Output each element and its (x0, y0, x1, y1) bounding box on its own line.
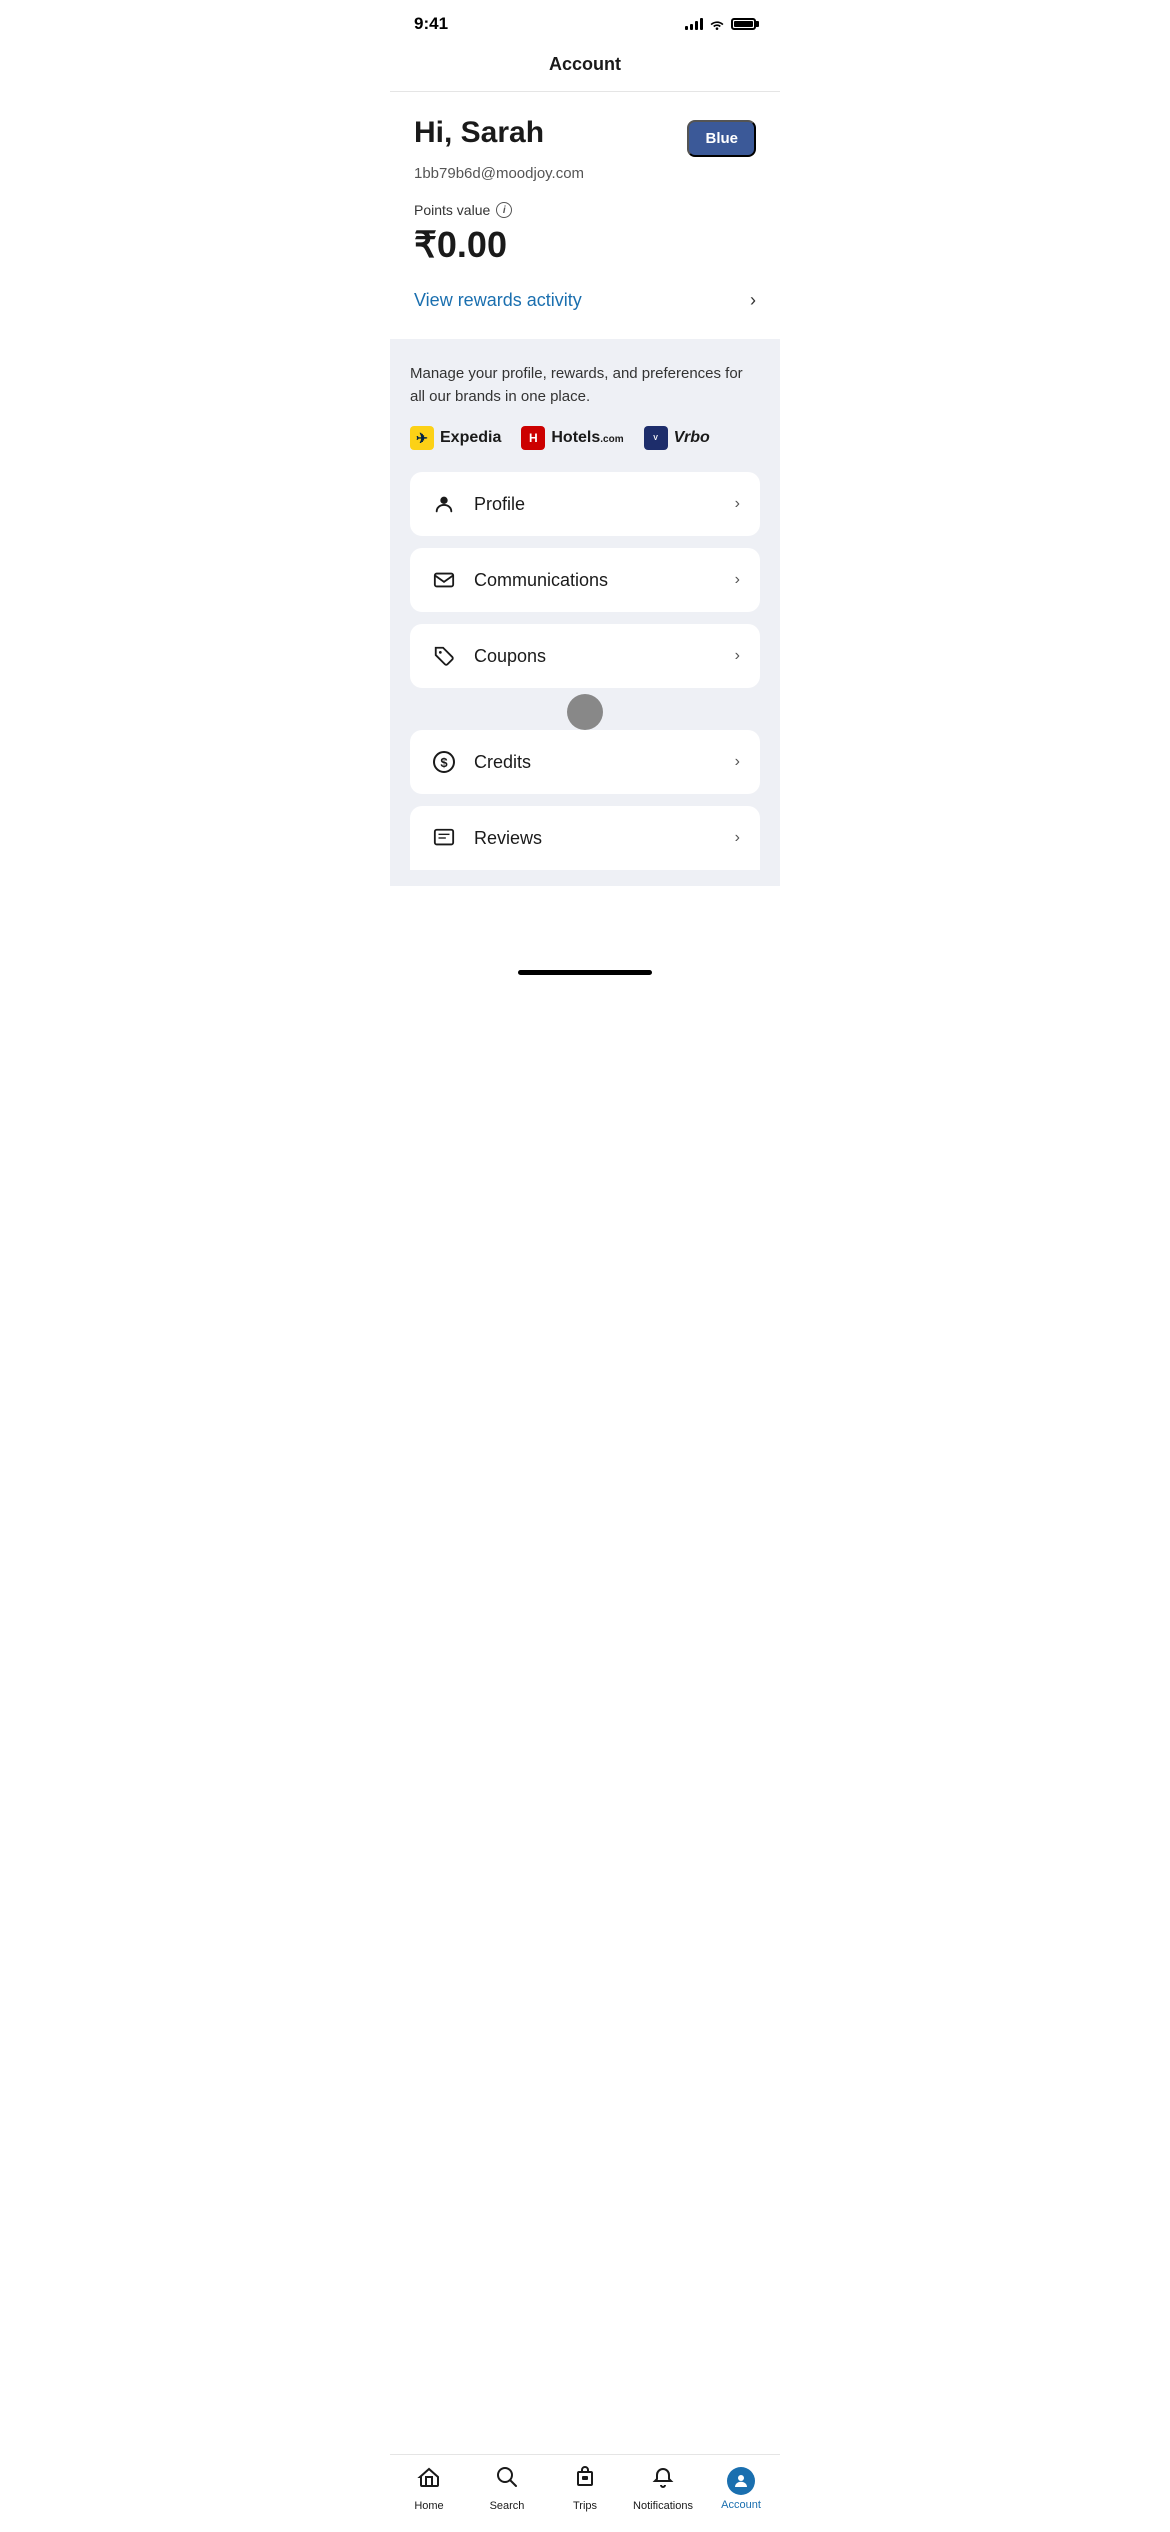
wifi-icon (709, 18, 725, 30)
signal-icon (685, 18, 703, 30)
nav-notifications[interactable]: Notifications (633, 2465, 693, 2512)
status-time: 9:41 (414, 14, 448, 34)
svg-text:$: $ (440, 755, 448, 770)
brands-row: ✈ Expedia H Hotels.com V Vrbo (410, 426, 760, 450)
user-row: Hi, Sarah Blue (414, 116, 756, 157)
home-nav-label: Home (414, 2500, 443, 2512)
gray-section: Manage your profile, rewards, and prefer… (390, 339, 780, 886)
account-avatar-icon (727, 2467, 755, 2495)
dollar-icon: $ (430, 748, 458, 776)
status-bar: 9:41 (390, 0, 780, 42)
points-value: ₹0.00 (414, 224, 756, 266)
info-icon[interactable]: i (496, 202, 512, 218)
manage-description: Manage your profile, rewards, and prefer… (410, 363, 760, 408)
battery-icon (731, 18, 756, 30)
reviews-label: Reviews (474, 828, 542, 849)
hotels-name: Hotels.com (551, 429, 623, 447)
rewards-link[interactable]: View rewards activity › (414, 286, 756, 311)
person-icon (430, 490, 458, 518)
greeting-text: Hi, Sarah (414, 116, 544, 150)
greeting-block: Hi, Sarah (414, 116, 544, 150)
hotels-logo: H (521, 426, 545, 450)
search-icon (495, 2465, 519, 2496)
vrbo-logo: V (644, 426, 668, 450)
menu-item-reviews[interactable]: Reviews › (410, 806, 760, 870)
search-nav-label: Search (490, 2500, 525, 2512)
vrbo-name: Vrbo (674, 429, 710, 447)
home-icon (417, 2465, 441, 2496)
page-header: Account (390, 42, 780, 92)
home-indicator (518, 970, 652, 975)
status-icons (685, 18, 756, 30)
profile-label: Profile (474, 494, 525, 515)
nav-home[interactable]: Home (399, 2465, 459, 2512)
brand-hotels: H Hotels.com (521, 426, 623, 450)
rewards-chevron-icon: › (750, 290, 756, 311)
nav-trips[interactable]: Trips (555, 2465, 615, 2512)
menu-item-coupons[interactable]: Coupons › (410, 624, 760, 688)
credits-chevron-icon: › (735, 753, 740, 771)
reviews-chevron-icon: › (735, 829, 740, 847)
nav-account[interactable]: Account (711, 2467, 771, 2511)
credits-label: Credits (474, 752, 531, 773)
page-title: Account (549, 54, 621, 74)
menu-item-credits[interactable]: $ Credits › (410, 730, 760, 794)
expedia-logo: ✈ (410, 426, 434, 450)
account-nav-label: Account (721, 2499, 761, 2511)
rewards-link-text: View rewards activity (414, 290, 582, 311)
menu-item-profile[interactable]: Profile › (410, 472, 760, 536)
brand-vrbo: V Vrbo (644, 426, 710, 450)
trips-nav-label: Trips (573, 2500, 597, 2512)
communications-chevron-icon: › (735, 571, 740, 589)
mail-icon (430, 566, 458, 594)
tag-icon (430, 642, 458, 670)
profile-chevron-icon: › (735, 495, 740, 513)
notifications-nav-label: Notifications (633, 2500, 693, 2512)
bottom-nav: Home Search Trips Notifications (390, 2454, 780, 2532)
coupons-label: Coupons (474, 646, 546, 667)
reviews-icon (430, 824, 458, 852)
brand-expedia: ✈ Expedia (410, 426, 501, 450)
menu-item-communications[interactable]: Communications › (410, 548, 760, 612)
top-section: Hi, Sarah Blue 1bb79b6d@moodjoy.com Poin… (390, 92, 780, 339)
scroll-indicator (567, 694, 603, 730)
nav-search[interactable]: Search (477, 2465, 537, 2512)
communications-label: Communications (474, 570, 608, 591)
coupons-chevron-icon: › (735, 647, 740, 665)
user-email: 1bb79b6d@moodjoy.com (414, 165, 756, 182)
blue-badge-button[interactable]: Blue (687, 120, 756, 157)
bell-icon (651, 2465, 675, 2496)
expedia-name: Expedia (440, 429, 501, 447)
points-label: Points value i (414, 202, 756, 218)
trips-icon (573, 2465, 597, 2496)
